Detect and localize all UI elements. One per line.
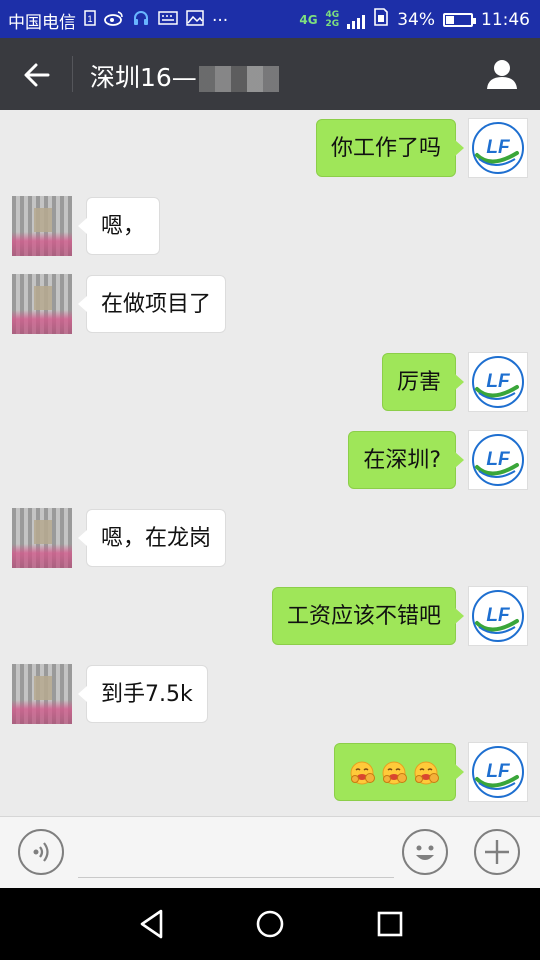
my-avatar[interactable]: LF [468,586,528,646]
system-nav-bar [0,888,540,960]
lf-logo-icon: LF [472,122,524,174]
contact-avatar[interactable] [12,664,72,724]
network-4g-label: 4G [299,13,318,27]
input-bar [0,816,540,889]
message-text: 到手7.5k [101,682,193,707]
contact-message-bubble[interactable]: 嗯， [77,197,161,255]
nav-home-button[interactable] [252,906,288,942]
message-row: 在做项目了 [0,274,540,338]
keyboard-icon [158,10,178,31]
contact-avatar[interactable] [12,508,72,568]
person-icon [487,60,517,89]
avatar-face-blur [34,286,52,310]
more-dots-icon: ··· [212,10,229,31]
network-dual-label: 4G 2G [326,11,340,29]
lf-logo-icon: LF [472,590,524,642]
status-left: 中国电信 1 ··· [8,8,228,33]
message-text: 工资应该不错吧 [286,604,441,629]
gallery-icon [186,9,204,32]
nav-recent-button[interactable] [372,906,408,942]
back-button[interactable] [20,58,54,92]
money-mouth-emoji-icon [414,761,439,785]
battery-icon [443,13,476,27]
my-avatar[interactable]: LF [468,742,528,802]
voice-icon [33,842,49,862]
contact-message-bubble[interactable]: 嗯，在龙岗 [77,509,227,567]
message-input[interactable] [78,829,394,878]
message-row: 嗯， [0,196,540,260]
sim-status-icon [373,8,389,32]
contact-avatar[interactable] [12,274,72,334]
lf-logo-text: LF [486,605,511,626]
message-text: 在深圳? [363,448,441,473]
message-row: 嗯，在龙岗 [0,508,540,572]
message-text: 你工作了吗 [330,136,441,161]
lf-logo-text: LF [486,761,511,782]
weibo-icon [104,10,124,32]
voice-button[interactable] [18,829,64,875]
header-divider [72,56,73,92]
money-mouth-emoji-icon [350,761,375,785]
home-circle-icon [256,910,284,938]
lf-logo-icon: LF [472,356,524,408]
lf-logo-icon: LF [472,434,524,486]
signal-icon [347,11,366,29]
lf-logo-text: LF [486,137,511,158]
my-message-bubble[interactable]: 工资应该不错吧 [271,587,465,645]
lf-logo-text: LF [486,449,511,470]
message-text: 嗯，在龙岗 [101,526,212,551]
chat-info-button[interactable] [484,56,520,92]
plus-icon [485,840,509,864]
message-row: 厉害 LF [0,352,540,416]
my-avatar[interactable]: LF [468,352,528,412]
battery-fill [446,16,454,24]
svg-text:1: 1 [87,14,92,24]
arrow-left-icon [24,63,50,87]
contact-avatar[interactable] [12,196,72,256]
avatar-face-blur [34,208,52,232]
contact-message-bubble[interactable]: 在做项目了 [77,275,227,333]
chat-title-text: 深圳16— [90,63,197,92]
smiley-icon [416,845,434,860]
message-row: 在深圳? LF [0,430,540,494]
message-row: 到手7.5k [0,664,540,728]
network-secondary-bottom: 2G [325,19,340,29]
message-list[interactable]: 你工作了吗 LF 嗯， 在做项目了 厉害 LF 在深圳? LF 嗯，在龙岗 工资… [0,110,540,816]
message-row: LF [0,742,540,806]
nav-back-button[interactable] [134,906,170,942]
message-text: 嗯， [101,214,146,239]
emoji-button[interactable] [402,829,448,875]
message-text: 厉害 [396,370,441,395]
my-message-bubble[interactable]: 在深圳? [348,431,464,489]
my-message-bubble[interactable] [334,743,464,801]
my-message-bubble[interactable]: 你工作了吗 [315,119,465,177]
more-features-button[interactable] [474,829,520,875]
avatar-face-blur [34,520,52,544]
message-row: 你工作了吗 LF [0,118,540,182]
money-mouth-emoji-icon [382,761,407,785]
recent-square-icon [377,911,403,937]
lf-logo-text: LF [486,371,511,392]
my-avatar[interactable]: LF [468,430,528,490]
lf-logo-icon: LF [472,746,524,798]
battery-percent: 34% [397,10,435,30]
status-bar: 中国电信 1 ··· 4G 4G 2G 34% 11:46 [0,0,540,38]
chat-title: 深圳16— [90,58,279,94]
sim-icon: 1 [84,9,96,32]
chat-header: 深圳16— [0,38,540,110]
avatar-face-blur [34,676,52,700]
status-right: 4G 4G 2G 34% 11:46 [299,8,530,32]
clock: 11:46 [481,10,530,30]
carrier-label: 中国电信 [8,13,76,33]
message-text: 在做项目了 [101,292,212,317]
contact-message-bubble[interactable]: 到手7.5k [78,665,208,723]
my-avatar[interactable]: LF [468,118,528,178]
my-message-bubble[interactable]: 厉害 [381,353,465,411]
headset-icon [132,9,150,33]
title-redaction [198,66,279,92]
message-row: 工资应该不错吧 LF [0,586,540,650]
back-triangle-icon [140,909,163,939]
